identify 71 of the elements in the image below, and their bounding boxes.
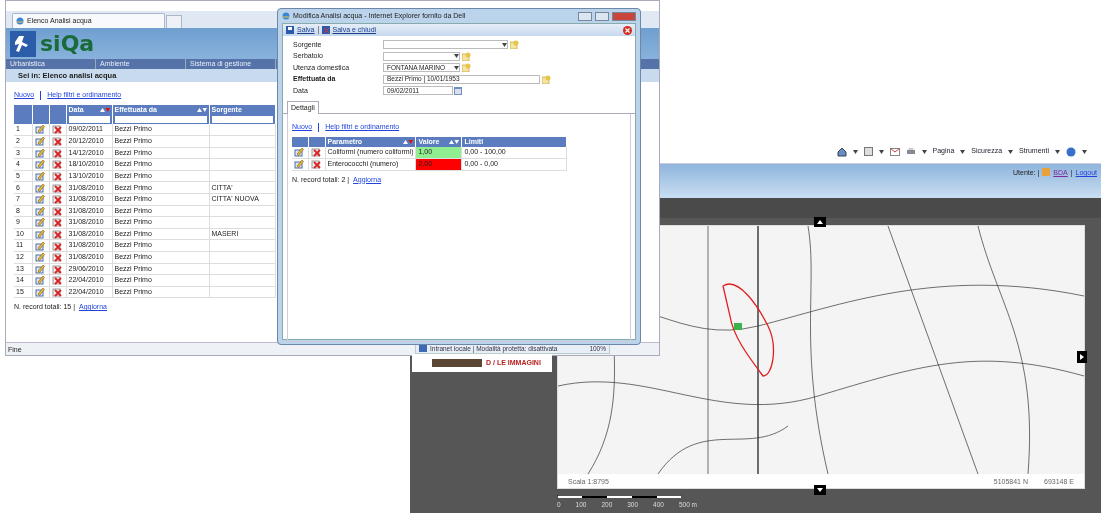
maximize-button[interactable] <box>595 11 609 21</box>
edit-icon[interactable] <box>34 240 45 251</box>
delete-icon[interactable] <box>51 217 62 228</box>
edit-icon[interactable] <box>34 159 45 170</box>
delete-icon[interactable] <box>51 159 62 170</box>
edit-icon[interactable] <box>34 171 45 182</box>
caret-icon <box>502 42 507 47</box>
lookup-icon[interactable] <box>510 40 519 50</box>
save-icon <box>286 26 294 34</box>
photo-placeholder <box>432 359 482 367</box>
new-tab[interactable] <box>166 15 182 28</box>
delete-icon[interactable] <box>51 263 62 274</box>
caret-icon <box>1055 149 1060 154</box>
logo-text: siQa <box>40 32 95 55</box>
dropdown-field[interactable] <box>383 51 460 61</box>
lookup-icon[interactable] <box>542 74 551 84</box>
lookup-icon[interactable] <box>462 63 471 73</box>
delete-icon[interactable] <box>51 194 62 205</box>
delete-icon[interactable] <box>51 252 62 263</box>
edit-icon[interactable] <box>34 194 45 205</box>
delete-icon[interactable] <box>51 124 62 135</box>
edit-icon[interactable] <box>34 287 45 297</box>
pan-down-icon[interactable] <box>814 485 826 495</box>
edit-icon[interactable] <box>294 159 304 170</box>
pan-right-icon[interactable] <box>1077 351 1087 363</box>
caret-icon <box>921 149 927 154</box>
dropdown-field[interactable] <box>383 40 508 50</box>
delete-icon[interactable] <box>51 240 62 251</box>
lookup-icon[interactable] <box>462 51 471 61</box>
close-button[interactable] <box>612 11 636 21</box>
delete-icon[interactable] <box>51 147 62 158</box>
caret-icon <box>878 149 884 154</box>
delete-icon[interactable] <box>51 287 62 297</box>
delete-icon[interactable] <box>310 159 321 170</box>
delete-icon[interactable] <box>51 136 62 147</box>
edit-icon[interactable] <box>34 263 45 274</box>
browser-icon <box>282 12 290 20</box>
delete-icon[interactable] <box>51 205 62 216</box>
edit-icon[interactable] <box>34 205 45 216</box>
help-icon[interactable] <box>1066 146 1076 157</box>
save-close-icon <box>321 26 330 34</box>
edit-icon[interactable] <box>34 147 45 158</box>
mail-icon[interactable] <box>889 147 900 156</box>
close-icon[interactable] <box>623 25 632 35</box>
edit-icon[interactable] <box>294 147 304 158</box>
delete-icon[interactable] <box>51 171 62 182</box>
delete-icon[interactable] <box>51 229 62 240</box>
minimize-button[interactable] <box>578 11 592 21</box>
caret-icon <box>1008 149 1014 154</box>
delete-icon[interactable] <box>310 147 321 158</box>
caret-icon <box>852 149 858 154</box>
caret-icon <box>960 149 966 154</box>
filter-field[interactable] <box>114 116 207 123</box>
filter-field[interactable] <box>211 116 273 123</box>
edit-icon[interactable] <box>34 217 45 228</box>
filter-field[interactable] <box>68 116 110 123</box>
caret-icon <box>1082 149 1087 154</box>
printer-icon[interactable] <box>905 147 916 156</box>
edit-icon[interactable] <box>34 275 45 286</box>
home-icon[interactable] <box>836 146 847 157</box>
edit-icon[interactable] <box>34 229 45 240</box>
edit-icon[interactable] <box>34 252 45 263</box>
delete-icon[interactable] <box>51 275 62 286</box>
edit-icon[interactable] <box>34 124 45 135</box>
runner-logo-icon <box>10 30 36 57</box>
edit-icon[interactable] <box>34 136 45 147</box>
delete-icon[interactable] <box>51 182 62 193</box>
calendar-icon[interactable] <box>454 86 462 95</box>
pan-up-icon[interactable] <box>814 217 826 227</box>
browser-icon <box>16 17 24 25</box>
edit-icon[interactable] <box>34 182 45 193</box>
